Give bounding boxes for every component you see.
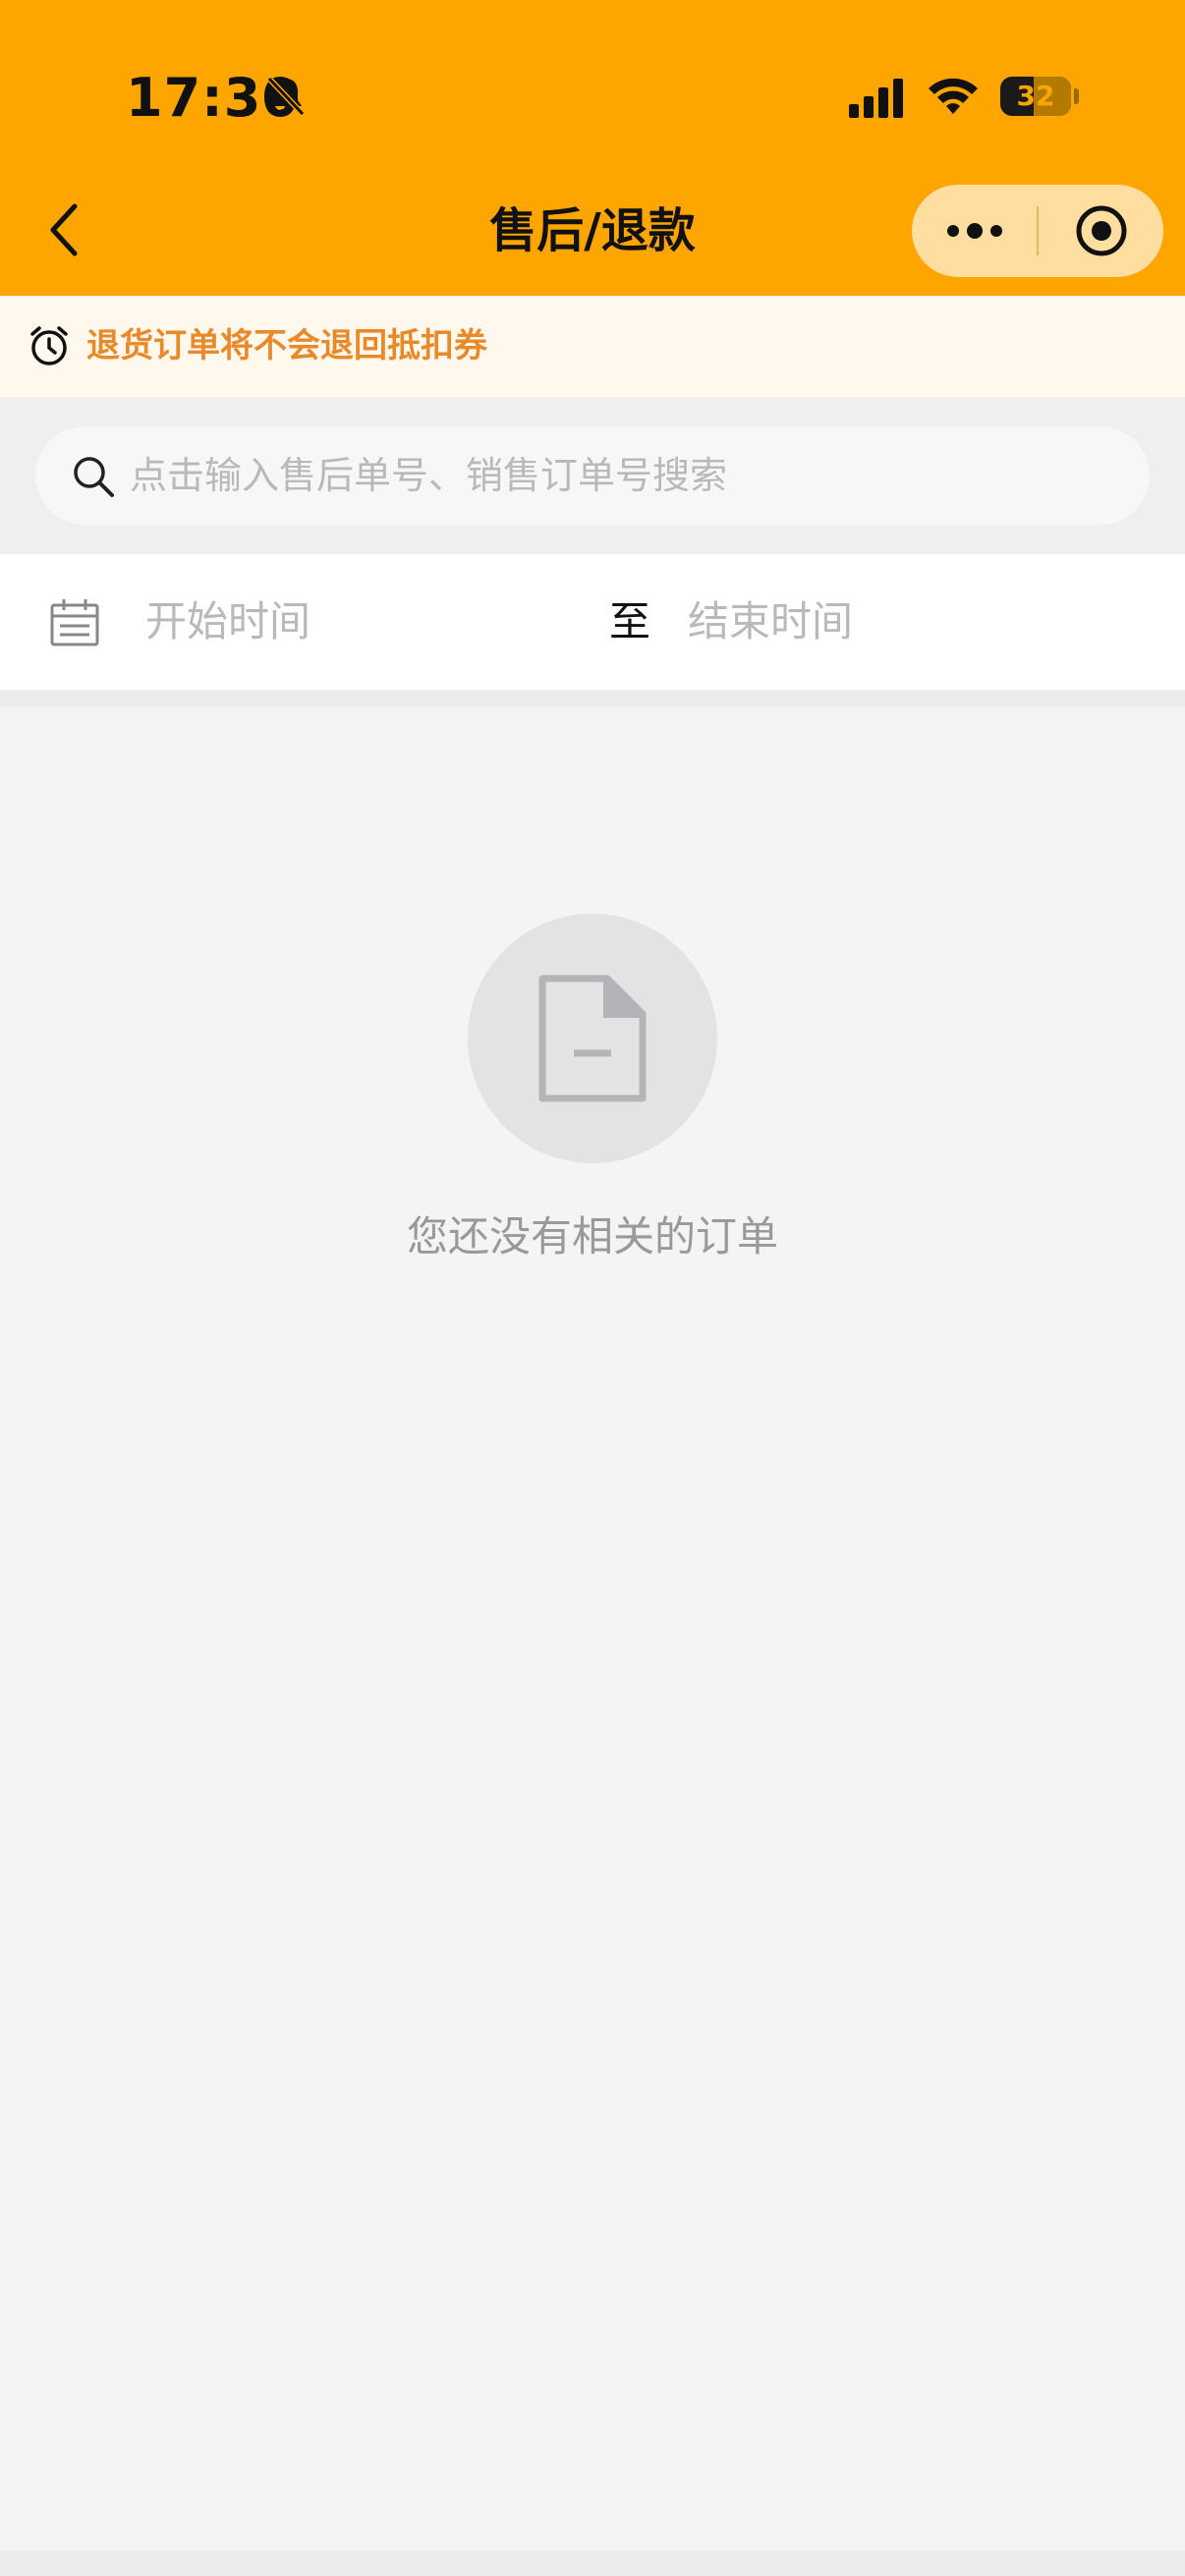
battery-cap: [1074, 88, 1079, 104]
date-range-separator: 至: [609, 597, 651, 645]
empty-state-message: 您还没有相关的订单: [406, 1212, 778, 1260]
wifi-icon: [929, 78, 978, 114]
target-circle-icon: [1076, 205, 1126, 256]
section-divider: [0, 690, 1185, 707]
alarm-clock-icon: [30, 326, 68, 365]
date-filter-row: 开始时间 至 结束时间: [0, 554, 1185, 690]
close-miniprogram-button[interactable]: [1039, 185, 1163, 277]
search-box[interactable]: [35, 426, 1150, 525]
start-date-picker[interactable]: 开始时间: [145, 554, 558, 690]
back-button[interactable]: [39, 193, 88, 267]
search-input[interactable]: [130, 426, 1112, 525]
empty-document-icon: [538, 975, 647, 1102]
notice-bar: 退货订单将不会退回抵扣券: [0, 296, 1185, 397]
bottom-strip: [0, 2550, 1185, 2576]
header: 17:30 32 售后/退款: [0, 0, 1185, 296]
cellular-signal-icon: [849, 79, 903, 118]
notice-text: 退货订单将不会退回抵扣券: [86, 326, 487, 365]
battery-level: 32: [1016, 80, 1055, 112]
page-title: 售后/退款: [489, 203, 696, 258]
more-dots-icon: [946, 223, 1002, 239]
calendar-icon: [50, 599, 99, 646]
search-section: [0, 397, 1185, 554]
bell-slash-icon: [266, 76, 306, 117]
more-button[interactable]: [912, 185, 1037, 277]
miniprogram-capsule: [912, 185, 1163, 277]
battery-icon: 32: [1000, 77, 1071, 116]
search-icon: [74, 457, 114, 497]
chevron-left-icon: [50, 203, 78, 256]
empty-state-icon-circle: [468, 914, 717, 1163]
end-date-picker[interactable]: 结束时间: [688, 554, 1120, 690]
